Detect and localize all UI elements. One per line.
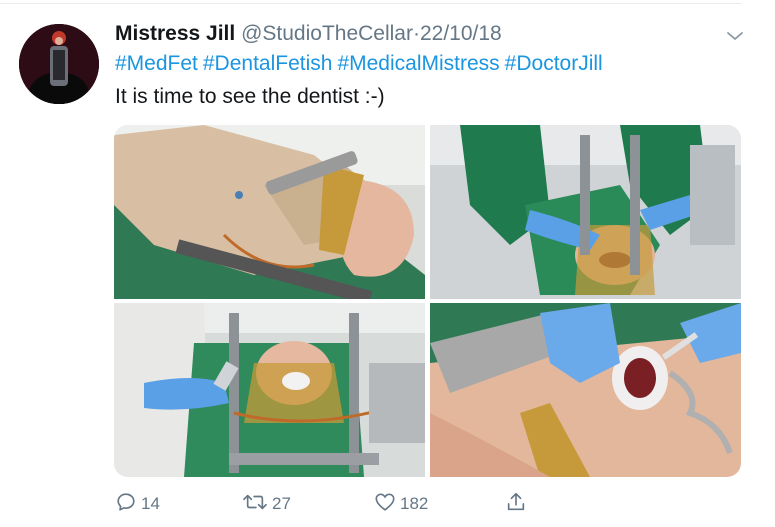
- author-name[interactable]: Mistress Jill: [115, 22, 235, 45]
- avatar[interactable]: [19, 24, 99, 104]
- tweet-actions: 14 27 182: [115, 490, 535, 518]
- like-button[interactable]: 182: [374, 490, 428, 518]
- media-photo-1[interactable]: [114, 125, 425, 299]
- top-divider: [0, 3, 742, 4]
- tweet-text: It is time to see the dentist :-): [115, 85, 385, 108]
- like-count: 182: [400, 494, 429, 513]
- separator-dot: ·: [412, 22, 420, 45]
- retweet-button[interactable]: 27: [242, 490, 291, 518]
- chevron-down-icon[interactable]: [725, 26, 745, 46]
- hashtag-link[interactable]: #DoctorJill: [505, 52, 603, 75]
- retweet-icon: [242, 491, 272, 518]
- reply-count: 14: [141, 494, 160, 513]
- tweet-date[interactable]: 22/10/18: [420, 22, 502, 45]
- share-icon: [505, 491, 531, 518]
- tweet-header: Mistress Jill @StudioTheCellar·22/10/18: [115, 20, 502, 48]
- hashtag-link[interactable]: #MedicalMistress: [337, 52, 499, 75]
- media-photo-4[interactable]: [430, 303, 741, 477]
- retweet-count: 27: [272, 494, 291, 513]
- share-button[interactable]: [505, 490, 531, 518]
- media-photo-3[interactable]: [114, 303, 425, 477]
- media-grid: [114, 125, 741, 477]
- hashtag-link[interactable]: #MedFet: [115, 52, 198, 75]
- media-photo-2[interactable]: [430, 125, 741, 299]
- hashtag-link[interactable]: #DentalFetish: [203, 52, 333, 75]
- heart-icon: [374, 491, 400, 518]
- reply-icon: [115, 491, 141, 518]
- hashtag-list: #MedFet #DentalFetish #MedicalMistress #Doc…: [115, 50, 608, 78]
- reply-button[interactable]: 14: [115, 490, 160, 518]
- author-handle[interactable]: @StudioTheCellar: [241, 22, 413, 45]
